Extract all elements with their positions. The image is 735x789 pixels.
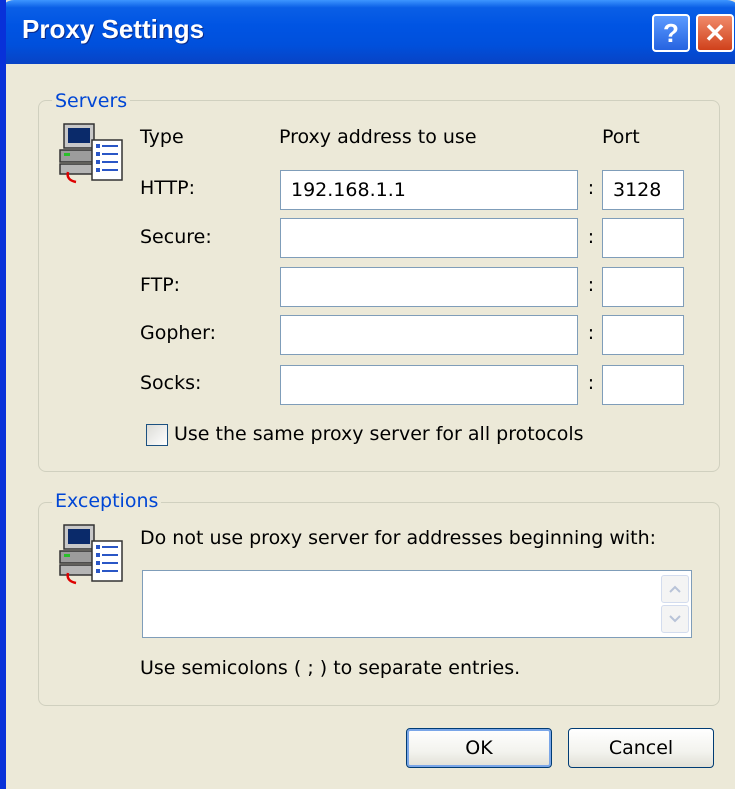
scroll-up-button[interactable] xyxy=(661,575,689,603)
servers-group-label: Servers xyxy=(52,90,131,112)
gopher-port-field[interactable] xyxy=(602,315,684,355)
close-icon: ✕ xyxy=(704,17,726,48)
cancel-button-label: Cancel xyxy=(608,737,674,759)
exceptions-instruction: Do not use proxy server for addresses be… xyxy=(140,527,657,549)
http-port-field[interactable] xyxy=(602,170,684,210)
chevron-down-icon xyxy=(669,615,681,623)
http-colon: : xyxy=(587,177,595,199)
secure-label: Secure: xyxy=(140,226,212,248)
ftp-port-field[interactable] xyxy=(602,267,684,307)
ftp-colon: : xyxy=(587,274,595,296)
help-button[interactable]: ? xyxy=(652,14,690,52)
socks-address-field[interactable] xyxy=(280,365,578,405)
help-icon: ? xyxy=(663,17,679,48)
secure-address-field[interactable] xyxy=(280,218,578,258)
ok-button-label: OK xyxy=(465,737,493,759)
socks-colon: : xyxy=(587,372,595,394)
exceptions-textarea[interactable] xyxy=(142,570,692,638)
window-title: Proxy Settings xyxy=(22,14,205,44)
ftp-label: FTP: xyxy=(140,274,181,296)
network-computer-icon xyxy=(59,524,123,585)
network-computer-icon xyxy=(59,123,123,184)
same-proxy-label[interactable]: Use the same proxy server for all protoc… xyxy=(174,423,584,445)
title-bar[interactable]: Proxy Settings ? ✕ xyxy=(6,0,735,64)
secure-colon: : xyxy=(587,226,595,248)
ftp-address-field[interactable] xyxy=(280,267,578,307)
port-header: Port xyxy=(602,126,640,148)
http-label: HTTP: xyxy=(140,177,196,199)
exceptions-hint: Use semicolons ( ; ) to separate entries… xyxy=(140,657,521,679)
exceptions-group-label: Exceptions xyxy=(52,490,162,512)
gopher-address-field[interactable] xyxy=(280,315,578,355)
ok-button[interactable]: OK xyxy=(406,728,552,768)
secure-port-field[interactable] xyxy=(602,218,684,258)
address-header: Proxy address to use xyxy=(279,126,477,148)
socks-port-field[interactable] xyxy=(602,365,684,405)
socks-label: Socks: xyxy=(140,372,202,394)
same-proxy-checkbox[interactable] xyxy=(146,424,168,446)
cancel-button[interactable]: Cancel xyxy=(568,728,714,768)
chevron-up-icon xyxy=(669,585,681,593)
scroll-down-button[interactable] xyxy=(661,605,689,633)
gopher-label: Gopher: xyxy=(140,322,217,344)
gopher-colon: : xyxy=(587,322,595,344)
close-button[interactable]: ✕ xyxy=(696,14,734,52)
proxy-settings-dialog: Proxy Settings ? ✕ Servers Type Proxy ad… xyxy=(0,0,735,789)
type-header: Type xyxy=(140,126,184,148)
http-address-field[interactable] xyxy=(280,170,578,210)
